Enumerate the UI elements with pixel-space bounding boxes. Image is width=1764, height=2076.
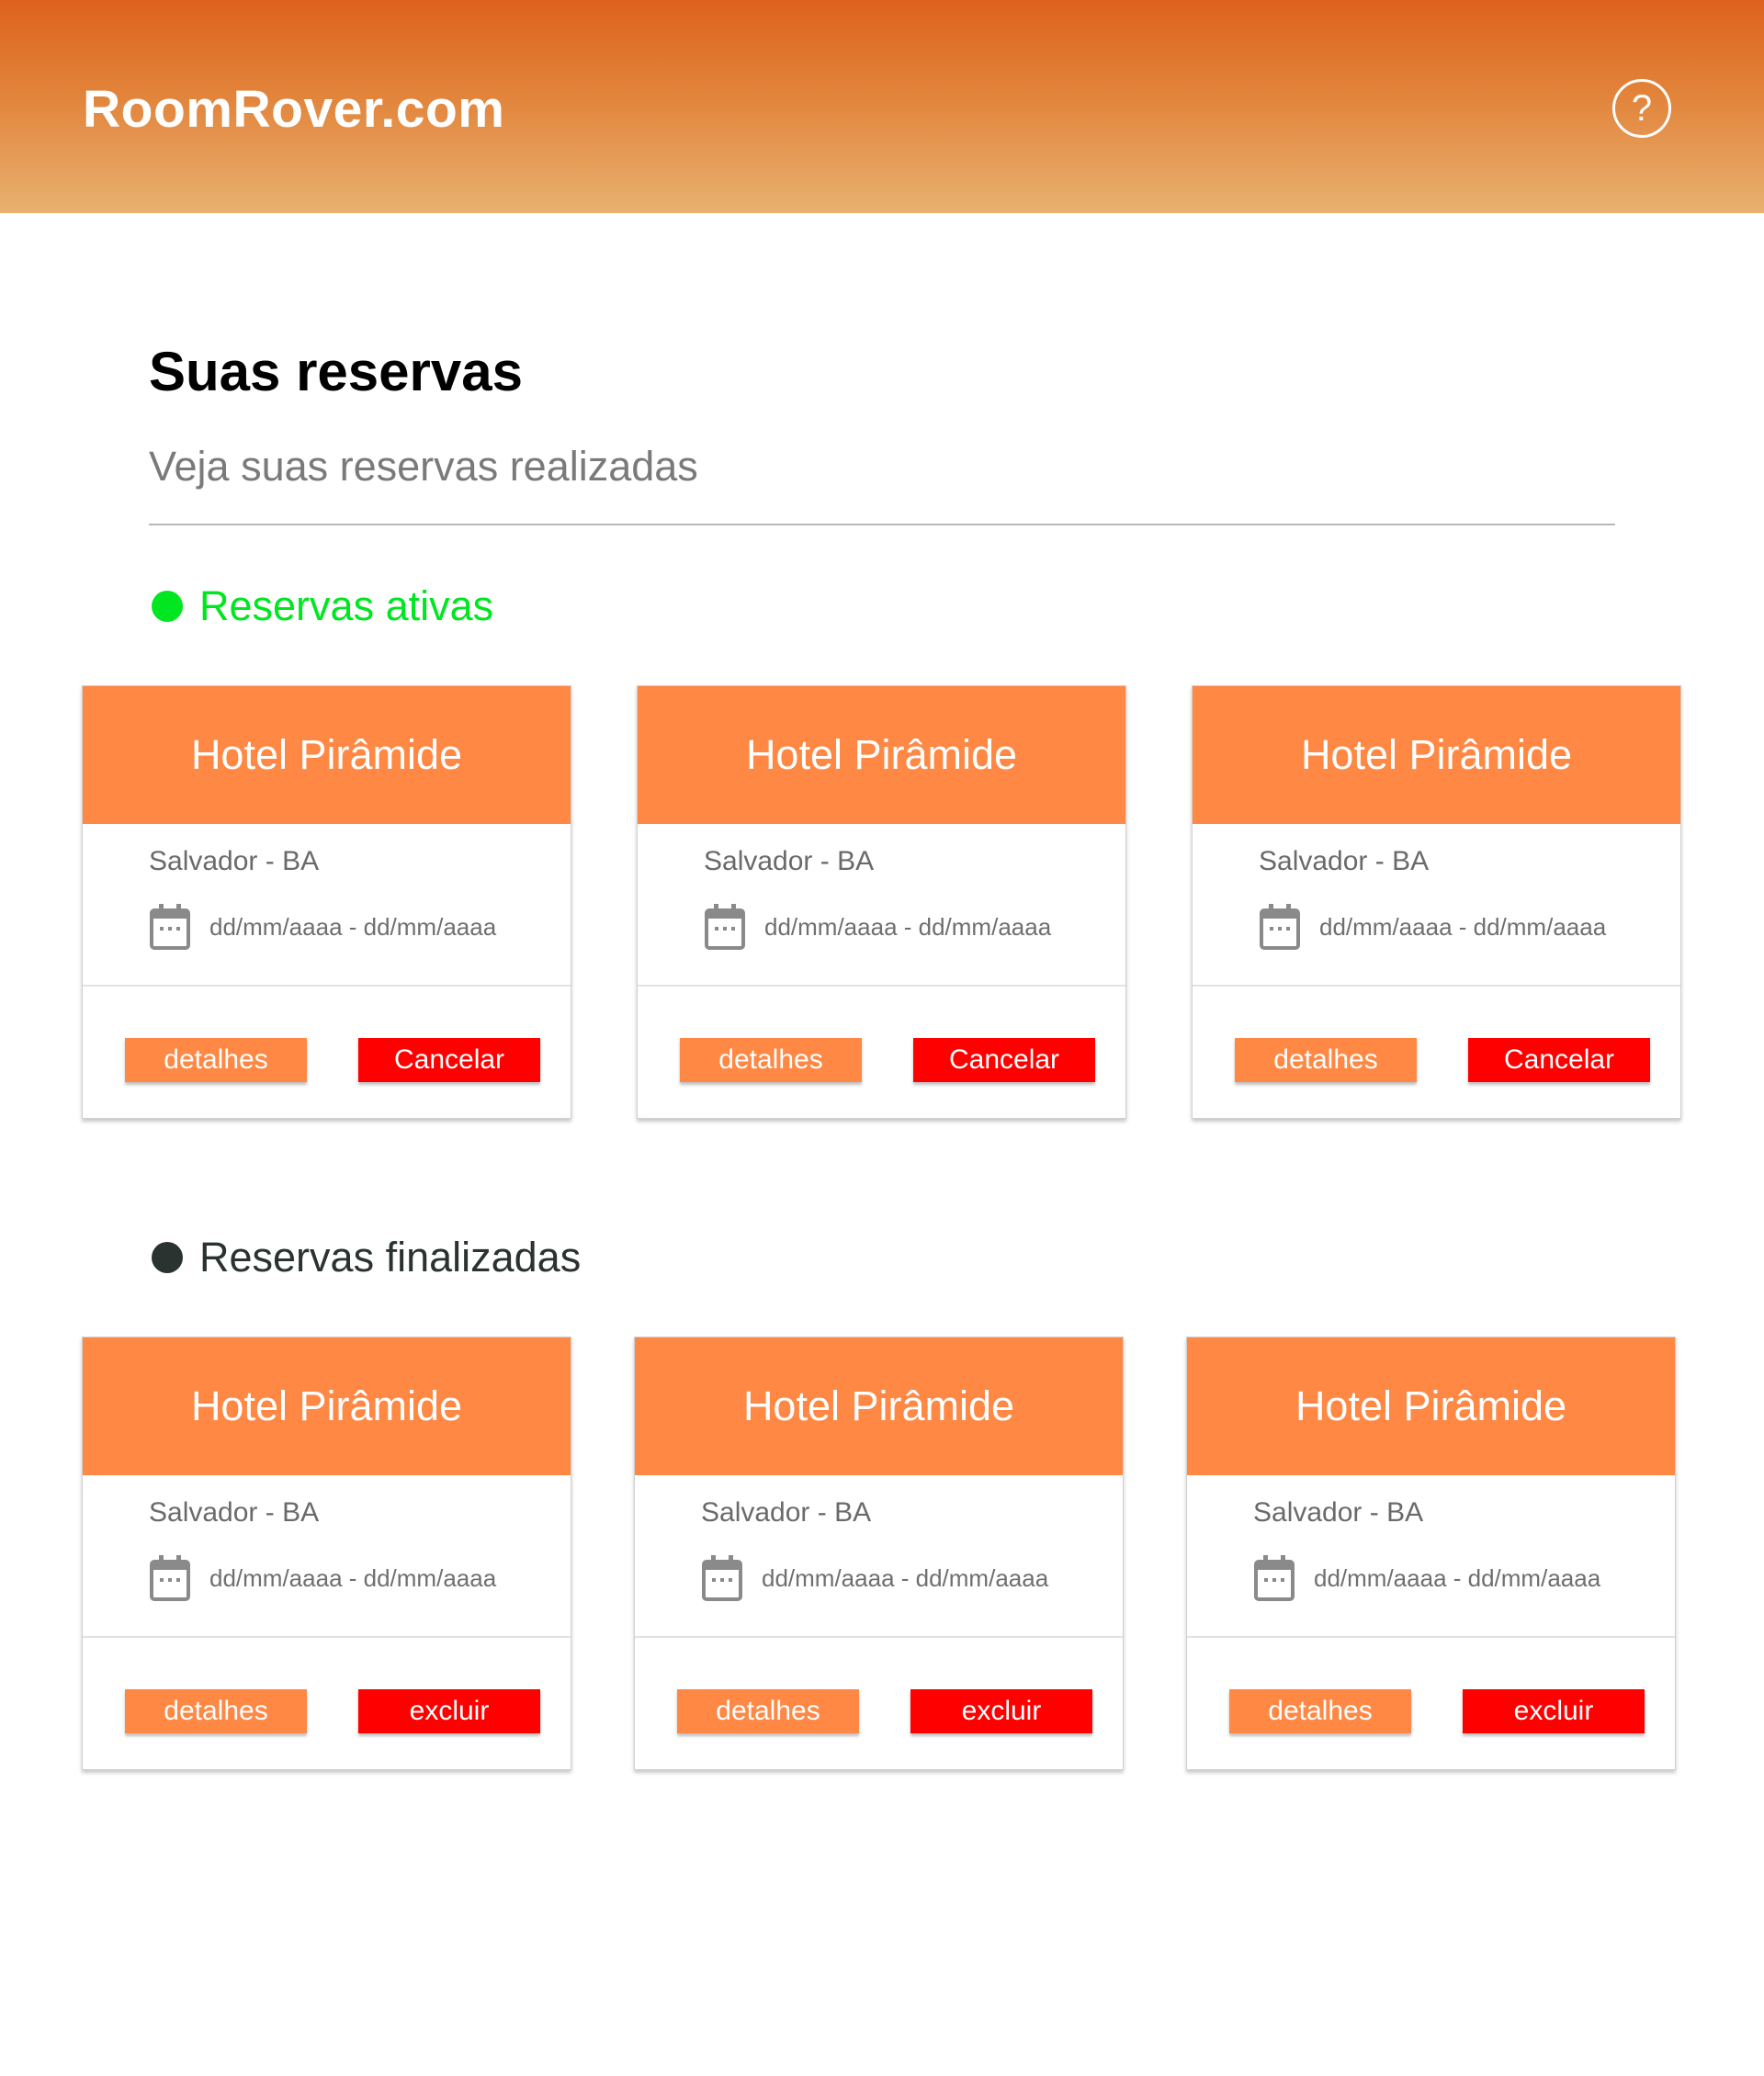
section-title: Reservas finalizadas [199, 1234, 582, 1281]
card-body: Salvador - BA dd/mm/aaaa - dd/mm/aaaa [638, 824, 1125, 987]
card-dates: dd/mm/aaaa - dd/mm/aaaa [149, 1554, 496, 1602]
card-hotel-name: Hotel Pirâmide [83, 686, 571, 824]
finished-status-dot-icon [152, 1242, 183, 1273]
delete-button[interactable]: excluir [910, 1689, 1092, 1733]
date-range: dd/mm/aaaa - dd/mm/aaaa [1314, 1563, 1601, 1592]
calendar-icon [1260, 904, 1300, 950]
site-logo[interactable]: RoomRover.com [83, 79, 504, 140]
details-button[interactable]: detalhes [680, 1038, 862, 1082]
reservation-card: Hotel Pirâmide Salvador - BA dd/mm/aaaa … [1186, 1337, 1676, 1770]
date-range: dd/mm/aaaa - dd/mm/aaaa [209, 912, 497, 941]
help-button[interactable]: ? [1612, 79, 1671, 138]
page-title: Suas reservas [149, 341, 523, 402]
calendar-icon [1254, 1555, 1295, 1601]
divider [149, 524, 1615, 525]
details-button[interactable]: detalhes [1229, 1689, 1411, 1733]
details-button[interactable]: detalhes [677, 1689, 859, 1733]
card-location: Salvador - BA [704, 846, 875, 876]
card-actions: detalhes excluir [83, 1638, 571, 1769]
card-actions: detalhes Cancelar [1193, 987, 1680, 1118]
cancel-button[interactable]: Cancelar [1468, 1038, 1650, 1082]
section-heading-finished: Reservas finalizadas [152, 1230, 581, 1285]
reservation-card: Hotel Pirâmide Salvador - BA dd/mm/aaaa … [1192, 685, 1681, 1119]
card-dates: dd/mm/aaaa - dd/mm/aaaa [701, 1554, 1048, 1602]
card-body: Salvador - BA dd/mm/aaaa - dd/mm/aaaa [1193, 824, 1680, 987]
card-hotel-name: Hotel Pirâmide [635, 1337, 1123, 1475]
card-hotel-name: Hotel Pirâmide [83, 1337, 571, 1475]
card-body: Salvador - BA dd/mm/aaaa - dd/mm/aaaa [83, 1475, 571, 1638]
section-title: Reservas ativas [199, 582, 494, 629]
card-location: Salvador - BA [149, 846, 320, 876]
card-hotel-name: Hotel Pirâmide [1193, 686, 1680, 824]
date-range: dd/mm/aaaa - dd/mm/aaaa [1319, 912, 1607, 941]
card-body: Salvador - BA dd/mm/aaaa - dd/mm/aaaa [635, 1475, 1123, 1638]
card-dates: dd/mm/aaaa - dd/mm/aaaa [1253, 1554, 1600, 1602]
date-range: dd/mm/aaaa - dd/mm/aaaa [209, 1563, 497, 1592]
card-location: Salvador - BA [1259, 846, 1430, 876]
date-range: dd/mm/aaaa - dd/mm/aaaa [762, 1563, 1049, 1592]
card-body: Salvador - BA dd/mm/aaaa - dd/mm/aaaa [83, 824, 571, 987]
reservation-card: Hotel Pirâmide Salvador - BA dd/mm/aaaa … [82, 1337, 571, 1770]
reservation-card: Hotel Pirâmide Salvador - BA dd/mm/aaaa … [82, 685, 571, 1119]
reservation-card: Hotel Pirâmide Salvador - BA dd/mm/aaaa … [637, 685, 1126, 1119]
card-actions: detalhes Cancelar [638, 987, 1125, 1118]
card-actions: detalhes excluir [635, 1638, 1123, 1769]
card-location: Salvador - BA [1253, 1497, 1424, 1528]
top-bar: RoomRover.com ? [0, 0, 1764, 213]
card-hotel-name: Hotel Pirâmide [1187, 1337, 1675, 1475]
calendar-icon [150, 904, 190, 950]
card-body: Salvador - BA dd/mm/aaaa - dd/mm/aaaa [1187, 1475, 1675, 1638]
question-circle-icon: ? [1631, 87, 1653, 129]
calendar-icon [705, 904, 745, 950]
card-actions: detalhes Cancelar [83, 987, 571, 1118]
details-button[interactable]: detalhes [1235, 1038, 1417, 1082]
section-heading-active: Reservas ativas [152, 579, 493, 634]
card-dates: dd/mm/aaaa - dd/mm/aaaa [149, 903, 496, 951]
card-location: Salvador - BA [149, 1497, 320, 1528]
reservation-card: Hotel Pirâmide Salvador - BA dd/mm/aaaa … [634, 1337, 1124, 1770]
card-location: Salvador - BA [701, 1497, 872, 1528]
card-dates: dd/mm/aaaa - dd/mm/aaaa [704, 903, 1051, 951]
delete-button[interactable]: excluir [358, 1689, 540, 1733]
details-button[interactable]: detalhes [125, 1038, 307, 1082]
calendar-icon [150, 1555, 190, 1601]
card-dates: dd/mm/aaaa - dd/mm/aaaa [1259, 903, 1606, 951]
cancel-button[interactable]: Cancelar [913, 1038, 1095, 1082]
active-status-dot-icon [152, 591, 183, 622]
card-actions: detalhes excluir [1187, 1638, 1675, 1769]
date-range: dd/mm/aaaa - dd/mm/aaaa [764, 912, 1052, 941]
delete-button[interactable]: excluir [1463, 1689, 1645, 1733]
page-subtitle: Veja suas reservas realizadas [149, 443, 698, 490]
card-hotel-name: Hotel Pirâmide [638, 686, 1125, 824]
calendar-icon [702, 1555, 742, 1601]
details-button[interactable]: detalhes [125, 1689, 307, 1733]
cancel-button[interactable]: Cancelar [358, 1038, 540, 1082]
